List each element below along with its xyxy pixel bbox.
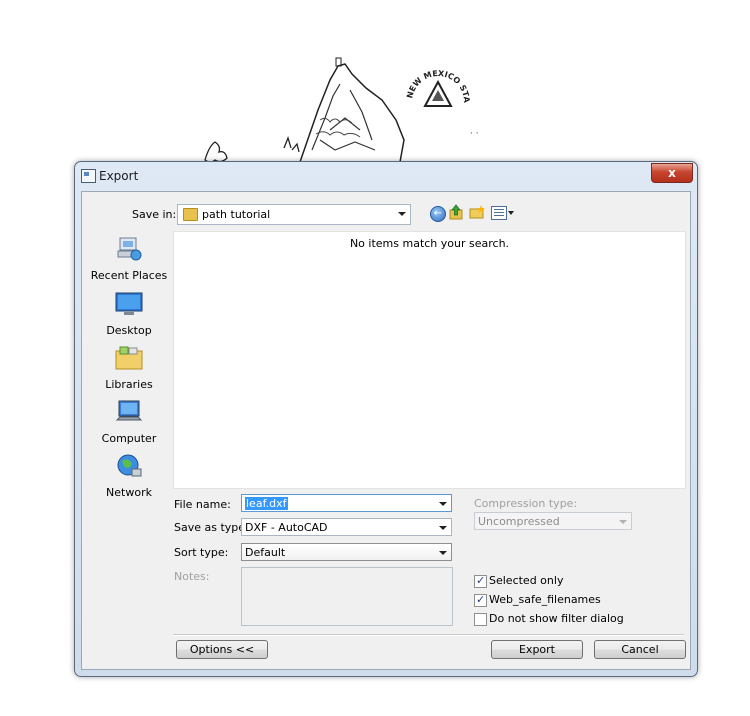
sort-type-select[interactable]: Default bbox=[241, 543, 452, 561]
university-seal: NEW MEXICO STATE UNIVERSITY bbox=[405, 65, 471, 127]
place-recent-places[interactable]: Recent Places bbox=[90, 236, 168, 282]
cancel-button[interactable]: Cancel bbox=[594, 640, 686, 659]
chevron-down-icon[interactable] bbox=[439, 502, 447, 506]
desktop-icon bbox=[115, 292, 143, 315]
up-folder-icon[interactable] bbox=[449, 204, 463, 220]
checkbox-label: Selected only bbox=[489, 574, 564, 587]
chevron-down-icon bbox=[439, 551, 447, 555]
separator bbox=[173, 634, 684, 636]
compression-type-select: Uncompressed bbox=[474, 512, 632, 530]
place-label: Network bbox=[106, 486, 152, 499]
chevron-down-icon bbox=[398, 212, 406, 216]
save-in-label: Save in: bbox=[132, 208, 177, 221]
checkbox-box[interactable] bbox=[474, 574, 487, 588]
checkbox-box[interactable] bbox=[474, 613, 487, 626]
views-menu-icon[interactable] bbox=[491, 206, 507, 220]
export-button[interactable]: Export bbox=[491, 640, 583, 659]
save-as-type-select[interactable]: DXF - AutoCAD bbox=[241, 518, 452, 536]
network-icon bbox=[117, 454, 142, 477]
sort-type-label: Sort type: bbox=[174, 546, 229, 559]
tree-drawing bbox=[204, 141, 228, 163]
compression-type-value: Uncompressed bbox=[478, 515, 560, 528]
checkbox-box[interactable] bbox=[474, 593, 487, 607]
libraries-icon bbox=[115, 346, 143, 370]
window-icon bbox=[81, 169, 96, 183]
dialog-client-area: Save in: path tutorial ← Recent Places D… bbox=[81, 191, 691, 670]
place-desktop[interactable]: Desktop bbox=[90, 291, 168, 337]
place-label: Libraries bbox=[105, 378, 153, 391]
place-label: Computer bbox=[101, 432, 157, 445]
compression-type-label: Compression type: bbox=[474, 497, 578, 510]
svg-text:· ·: · · bbox=[470, 129, 479, 139]
new-folder-icon[interactable] bbox=[469, 205, 485, 219]
mountain-drawing bbox=[298, 63, 405, 163]
chevron-down-icon bbox=[619, 520, 627, 524]
notes-label: Notes: bbox=[174, 570, 210, 583]
computer-icon bbox=[115, 400, 143, 421]
chevron-down-icon[interactable] bbox=[508, 211, 514, 215]
close-button[interactable]: x bbox=[651, 163, 693, 183]
checkbox-label: Do not show filter dialog bbox=[489, 612, 624, 625]
file-list-view[interactable]: No items match your search. bbox=[173, 231, 686, 489]
file-name-label: File name: bbox=[174, 498, 231, 511]
folder-icon bbox=[183, 208, 198, 221]
dialog-title: Export bbox=[99, 169, 139, 183]
save-as-type-value: DXF - AutoCAD bbox=[245, 521, 328, 534]
place-label: Recent Places bbox=[90, 269, 168, 282]
options-button[interactable]: Options << bbox=[176, 640, 268, 659]
file-name-value: leaf.dxf bbox=[245, 497, 288, 510]
save-in-combo[interactable]: path tutorial bbox=[177, 204, 411, 225]
notes-textarea bbox=[241, 567, 453, 626]
place-network[interactable]: Network bbox=[90, 453, 168, 499]
place-libraries[interactable]: Libraries bbox=[90, 345, 168, 391]
save-as-type-label: Save as type: bbox=[174, 521, 249, 534]
sort-type-value: Default bbox=[245, 546, 286, 559]
export-dialog: Export x Save in: path tutorial ← Recent… bbox=[74, 161, 698, 677]
place-label: Desktop bbox=[106, 324, 152, 337]
empty-message: No items match your search. bbox=[349, 237, 510, 250]
save-in-value: path tutorial bbox=[202, 208, 271, 221]
checkbox-label: Web_safe_filenames bbox=[489, 593, 601, 606]
chevron-down-icon bbox=[439, 526, 447, 530]
back-arrow-icon[interactable]: ← bbox=[430, 206, 446, 222]
file-name-input[interactable]: leaf.dxf bbox=[241, 494, 452, 512]
recent-places-icon bbox=[117, 237, 142, 261]
place-computer[interactable]: Computer bbox=[90, 399, 168, 445]
